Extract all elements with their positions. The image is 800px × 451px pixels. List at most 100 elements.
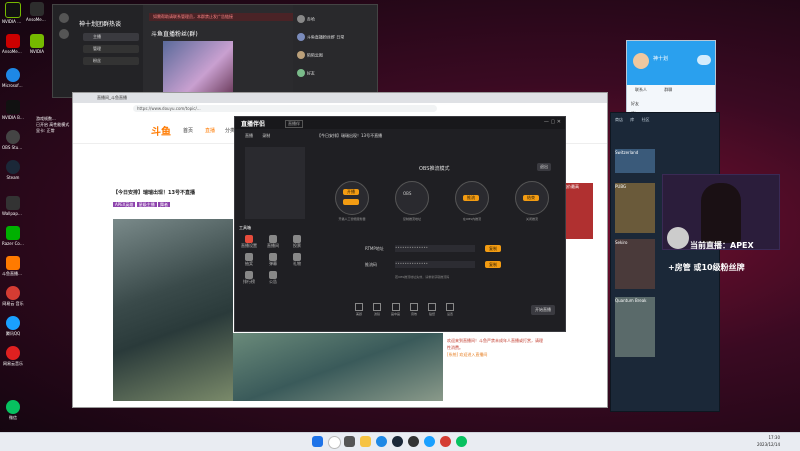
video-player[interactable] — [113, 219, 233, 401]
site-logo[interactable]: 斗鱼 — [151, 123, 171, 138]
desktop-icon-6[interactable]: OBS Studio — [2, 130, 24, 150]
member-row[interactable]: 主播 — [83, 33, 139, 41]
live-companion-window[interactable]: 直播伴侣 直播伴 — ▢ ✕ 直播 录制 【今日安排】瑞瑞出现！13号不直播 工… — [234, 116, 566, 332]
qq-nickname: 神十划 — [653, 56, 669, 62]
bottom-tool[interactable]: 设置 — [446, 303, 455, 321]
anime-avatar — [667, 227, 689, 249]
tool-item[interactable]: 直播间 — [263, 235, 283, 249]
desktop-icon-13[interactable]: 网易云音乐 — [2, 346, 24, 367]
chat-icon[interactable] — [59, 13, 69, 23]
banner-text: +房管 或10级粉丝牌 — [668, 263, 745, 272]
desktop-icon-0[interactable]: NVIDIA GeForce — [2, 2, 24, 24]
desktop-icon-5[interactable]: NVIDIA Broadcast — [2, 100, 24, 120]
desktop-icon-3[interactable]: NVIDIA — [26, 34, 48, 54]
step-pill-1[interactable]: 开播 — [343, 189, 359, 195]
stream-key-input[interactable]: •••••••••••••• — [395, 261, 475, 268]
tool-item[interactable]: 排行榜 — [239, 271, 259, 285]
tag[interactable]: APEX英雄 — [113, 202, 136, 207]
chat-window[interactable]: 神十划团群热谈 主播 管理 粉丝 如需帮助请联系管理员，本群禁止发广告链接 斗鱼… — [52, 4, 378, 98]
desktop-icon-4[interactable]: Microsoft Edge — [2, 68, 24, 88]
video-player-ext[interactable] — [233, 333, 443, 401]
bottom-tool[interactable]: 画中画 — [391, 303, 400, 321]
desktop-icon-2[interactable]: AnsoMedia Assist Ce... — [2, 34, 24, 54]
member-row[interactable]: 管理 — [83, 45, 139, 53]
tool-item[interactable]: 礼物 — [287, 253, 307, 267]
tool-item[interactable]: 弹幕 — [263, 253, 283, 267]
step-node-2 — [395, 181, 429, 215]
exit-mode-button[interactable]: 退出 — [537, 163, 551, 171]
field-label: RTMP地址 — [365, 246, 384, 251]
contact-item[interactable]: 好友 — [297, 69, 377, 79]
qq-taskbar-icon[interactable] — [424, 436, 435, 447]
steam-tab[interactable]: 社区 — [642, 117, 650, 122]
tab-title[interactable]: 直播间_斗鱼直播 — [97, 95, 127, 101]
contact-item[interactable]: 陌陌云图 — [297, 51, 377, 61]
steam-tab[interactable]: 商店 — [615, 117, 623, 122]
explorer-icon[interactable] — [360, 436, 371, 447]
start-icon[interactable] — [312, 436, 323, 447]
rtmp-input[interactable]: •••••••••••••• — [395, 245, 475, 252]
copy-button[interactable]: 复制 — [485, 261, 501, 268]
obs-tab[interactable]: 录制 — [262, 133, 270, 138]
window-controls[interactable]: — ▢ ✕ — [544, 119, 561, 125]
bottom-tool[interactable]: 音效 — [410, 303, 419, 321]
tags: APEX英雄 星级主播 舞者 — [113, 202, 235, 208]
tag[interactable]: 舞者 — [157, 202, 170, 207]
game-tile[interactable]: Switzerland — [615, 149, 655, 173]
qq-tab[interactable]: 群聊 — [664, 87, 672, 92]
desktop-icon-7[interactable]: Steam — [2, 160, 24, 180]
bottom-tool[interactable]: 滤镜 — [373, 303, 381, 321]
game-tile[interactable]: Sekiro — [615, 239, 655, 289]
tool-item[interactable]: 公告 — [263, 271, 283, 285]
qq-header: 神十划 — [627, 41, 715, 85]
game-tile[interactable]: Quantum Break — [615, 297, 655, 357]
steam-taskbar-icon[interactable] — [392, 436, 403, 447]
desktop-icon-14[interactable]: 微信 — [2, 400, 24, 421]
address-bar[interactable]: https://www.douyu.com/topic/... — [133, 105, 437, 112]
desktop-icon-12[interactable]: 腾讯QQ — [2, 316, 24, 337]
tool-icon — [428, 303, 437, 311]
tool-item[interactable]: 直播设置 — [239, 235, 259, 249]
tool-item[interactable]: 抽奖 — [239, 253, 259, 267]
tool-grid: 工具箱 直播设置 直播间 投票 抽奖 弹幕 礼物 排行榜 公告 — [239, 225, 315, 325]
obs-taskbar-icon[interactable] — [408, 436, 419, 447]
contact-name: 赤哈 — [306, 16, 315, 22]
tool-icon — [391, 303, 400, 311]
copy-button[interactable]: 复制 — [485, 245, 501, 252]
edge-icon[interactable] — [376, 436, 387, 447]
bottom-tool[interactable]: 贴纸 — [428, 303, 437, 321]
wechat-taskbar-icon[interactable] — [456, 436, 467, 447]
obs-tab[interactable]: 直播 — [245, 133, 253, 138]
search-icon[interactable] — [328, 436, 341, 449]
music-taskbar-icon[interactable] — [440, 436, 451, 447]
nav-item[interactable]: 首页 — [183, 127, 193, 134]
qq-list-item[interactable]: 好友 — [631, 99, 713, 109]
desktop-icon-10[interactable]: 斗鱼直播伴侣 — [2, 256, 24, 277]
start-live-button[interactable]: 开始直播 — [531, 305, 555, 315]
avatar — [297, 51, 305, 59]
preview-area — [245, 147, 305, 219]
bottom-tool[interactable]: 美颜 — [355, 303, 363, 321]
nav-item[interactable]: 直播 — [205, 127, 215, 134]
chat-image-preview[interactable] — [163, 41, 233, 95]
bottom-toolbar: 美颜 滤镜 画中画 音效 贴纸 设置 — [355, 303, 555, 321]
clock[interactable]: 17:30 2023/12/14 — [757, 434, 780, 448]
tool-icon — [245, 235, 253, 243]
taskview-icon[interactable] — [344, 436, 355, 447]
desktop-icon-8[interactable]: Wallpaper Engine — [2, 196, 24, 216]
desktop-icon-11[interactable]: 网易云 音乐 — [2, 286, 24, 307]
contact-item[interactable]: 赤哈 — [297, 15, 377, 25]
desktop-icon-9[interactable]: Razer Cortex — [2, 226, 24, 246]
tool-item[interactable]: 投票 — [287, 235, 307, 249]
contact-item[interactable]: 斗鱼直播粉丝群 日常 — [297, 33, 377, 43]
step-pill-3[interactable]: 推流 — [463, 195, 479, 201]
member-row[interactable]: 粉丝 — [83, 57, 139, 65]
step-pill-4[interactable]: 结束 — [523, 195, 539, 201]
desktop-icon-1[interactable]: AnsoMedia RECentral 4 — [26, 2, 48, 22]
tool-icon — [373, 303, 381, 311]
tag[interactable]: 星级主播 — [136, 202, 157, 207]
game-tile[interactable]: PUBG — [615, 183, 655, 233]
contacts-icon[interactable] — [59, 29, 69, 39]
qq-tab[interactable]: 联系人 — [635, 87, 647, 92]
steam-tab[interactable]: 库 — [630, 117, 634, 122]
